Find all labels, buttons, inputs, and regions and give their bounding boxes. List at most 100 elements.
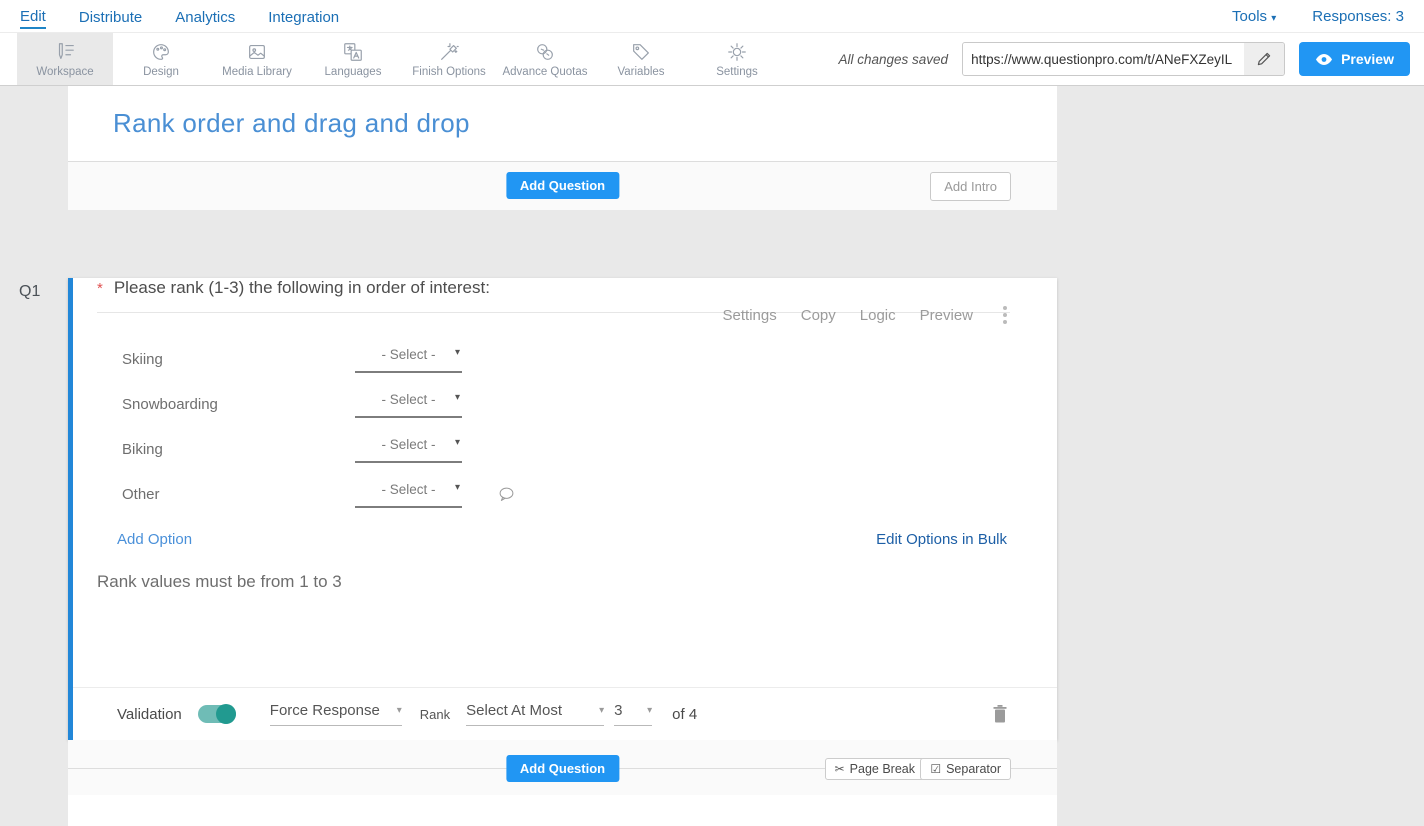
chevron-down-icon: ▾	[1271, 13, 1276, 24]
toolbar-tab-finish-options[interactable]: Finish Options	[401, 33, 497, 85]
question-preview-link[interactable]: Preview	[920, 307, 973, 324]
question-copy-link[interactable]: Copy	[801, 307, 836, 324]
editor-toolbar: Workspace Design Media Library Languages…	[0, 32, 1424, 86]
option-actions-row: Add Option Edit Options in Bulk	[117, 531, 1007, 548]
validation-toggle[interactable]	[198, 705, 236, 723]
rank-select-dropdown[interactable]: - Select - ▾	[355, 346, 462, 373]
top-add-band: Add Question Add Intro	[68, 162, 1057, 210]
select-count-dropdown[interactable]: 3 ▾	[614, 702, 652, 726]
option-label[interactable]: Other	[122, 486, 355, 503]
toolbar-tab-label: Media Library	[222, 66, 292, 78]
question-text[interactable]: Please rank (1-3) the following in order…	[114, 278, 490, 298]
chevron-down-icon: ▾	[599, 705, 604, 716]
tools-dropdown[interactable]: Tools ▾	[1232, 8, 1276, 25]
languages-icon	[342, 41, 364, 63]
question-id-label: Q1	[19, 283, 40, 301]
nav-item-analytics[interactable]: Analytics	[175, 5, 235, 28]
force-response-dropdown[interactable]: Force Response ▾	[270, 702, 402, 726]
toolbar-tab-design[interactable]: Design	[113, 33, 209, 85]
option-row: Snowboarding - Select - ▾	[122, 382, 1057, 427]
chevron-down-icon: ▾	[455, 482, 460, 493]
separator-icon: ☑	[930, 762, 941, 776]
media-library-icon	[246, 41, 268, 63]
toolbar-tab-media-library[interactable]: Media Library	[209, 33, 305, 85]
toolbar-tab-label: Advance Quotas	[502, 66, 587, 78]
save-status: All changes saved	[838, 52, 948, 67]
select-placeholder: - Select -	[381, 347, 435, 362]
nav-item-distribute[interactable]: Distribute	[79, 5, 142, 28]
validation-label: Validation	[117, 706, 182, 723]
option-label[interactable]: Skiing	[122, 351, 355, 368]
eye-icon	[1315, 53, 1333, 66]
rank-select-dropdown[interactable]: - Select - ▾	[355, 391, 462, 418]
option-list: Skiing - Select - ▾ Snowboarding - Selec…	[122, 337, 1057, 517]
toggle-knob	[216, 704, 236, 724]
option-label[interactable]: Snowboarding	[122, 396, 355, 413]
rank-label: Rank	[420, 707, 450, 722]
next-block-edge	[68, 795, 1057, 826]
rank-range-note: Rank values must be from 1 to 3	[97, 572, 1057, 592]
separator-button[interactable]: ☑ Separator	[920, 758, 1011, 780]
bottom-add-band: Add Question ✂ Page Break ☑ Separator	[68, 740, 1057, 795]
toolbar-tab-advance-quotas[interactable]: Advance Quotas	[497, 33, 593, 85]
add-option-link[interactable]: Add Option	[117, 531, 192, 548]
rank-select-dropdown[interactable]: - Select - ▾	[355, 436, 462, 463]
add-question-button-bottom[interactable]: Add Question	[506, 755, 619, 782]
edit-options-bulk-link[interactable]: Edit Options in Bulk	[876, 531, 1007, 548]
rank-select-dropdown[interactable]: - Select - ▾	[355, 481, 462, 508]
question-logic-link[interactable]: Logic	[860, 307, 896, 324]
toolbar-tab-label: Settings	[716, 66, 758, 78]
chevron-down-icon: ▾	[397, 705, 402, 716]
select-placeholder: - Select -	[381, 482, 435, 497]
toolbar-tab-workspace[interactable]: Workspace	[17, 33, 113, 85]
pencil-icon	[1256, 51, 1272, 67]
nav-item-integration[interactable]: Integration	[268, 5, 339, 28]
toolbar-tab-label: Workspace	[36, 66, 93, 78]
advance-quotas-icon	[534, 41, 556, 63]
add-intro-button[interactable]: Add Intro	[930, 172, 1011, 201]
responses-link[interactable]: Responses: 3	[1312, 8, 1404, 25]
settings-icon	[726, 41, 748, 63]
chevron-down-icon: ▾	[455, 392, 460, 403]
survey-url-box	[962, 42, 1285, 76]
select-placeholder: - Select -	[381, 437, 435, 452]
toolbar-tab-label: Finish Options	[412, 66, 486, 78]
page-break-button[interactable]: ✂ Page Break	[825, 758, 925, 780]
select-mode-dropdown[interactable]: Select At Most ▾	[466, 702, 604, 726]
survey-title-card: Rank order and drag and drop	[68, 86, 1057, 162]
survey-url-input[interactable]	[963, 43, 1244, 75]
top-nav: Edit Distribute Analytics Integration To…	[0, 0, 1424, 32]
edit-url-button[interactable]	[1244, 43, 1284, 75]
finish-options-icon	[438, 41, 460, 63]
chevron-down-icon: ▾	[647, 705, 652, 716]
survey-editor-content: Rank order and drag and drop Add Questio…	[68, 86, 1057, 826]
design-icon	[150, 41, 172, 63]
toolbar-tab-label: Languages	[325, 66, 382, 78]
select-placeholder: - Select -	[381, 392, 435, 407]
survey-title[interactable]: Rank order and drag and drop	[68, 86, 1057, 139]
toolbar-tab-label: Variables	[617, 66, 664, 78]
toolbar-tab-variables[interactable]: Variables	[593, 33, 689, 85]
chevron-down-icon: ▾	[455, 347, 460, 358]
required-marker: *	[97, 280, 103, 297]
toolbar-tab-languages[interactable]: Languages	[305, 33, 401, 85]
toolbar-tab-settings[interactable]: Settings	[689, 33, 785, 85]
more-options-icon[interactable]	[1001, 304, 1009, 326]
toolbar-tab-label: Design	[143, 66, 179, 78]
chevron-down-icon: ▾	[455, 437, 460, 448]
validation-row: Validation Force Response ▾ Rank Select …	[73, 687, 1057, 740]
question-card: Settings Copy Logic Preview * Please ran…	[68, 278, 1057, 740]
delete-question-icon[interactable]	[991, 704, 1009, 724]
variables-icon	[630, 41, 652, 63]
of-total-label: of 4	[672, 706, 697, 723]
option-row: Other - Select - ▾	[122, 472, 1057, 517]
option-row: Biking - Select - ▾	[122, 427, 1057, 472]
option-label[interactable]: Biking	[122, 441, 355, 458]
option-row: Skiing - Select - ▾	[122, 337, 1057, 382]
preview-button[interactable]: Preview	[1299, 42, 1410, 76]
comment-icon[interactable]	[498, 486, 515, 503]
add-question-button-top[interactable]: Add Question	[506, 172, 619, 199]
workspace-icon	[54, 41, 76, 63]
question-settings-link[interactable]: Settings	[723, 307, 777, 324]
nav-item-edit[interactable]: Edit	[20, 4, 46, 29]
